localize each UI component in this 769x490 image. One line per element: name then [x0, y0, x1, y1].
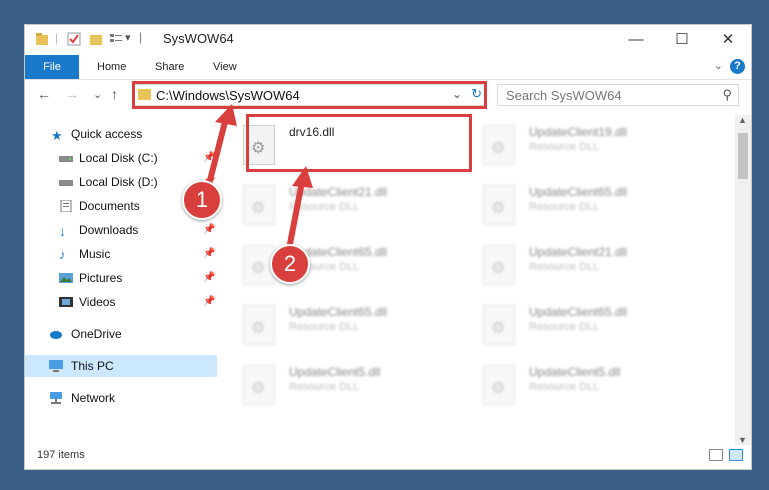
step-2-callout: 2: [270, 244, 310, 284]
step-1-callout: 1: [182, 180, 222, 220]
annotation-arrows: [203, 104, 313, 257]
